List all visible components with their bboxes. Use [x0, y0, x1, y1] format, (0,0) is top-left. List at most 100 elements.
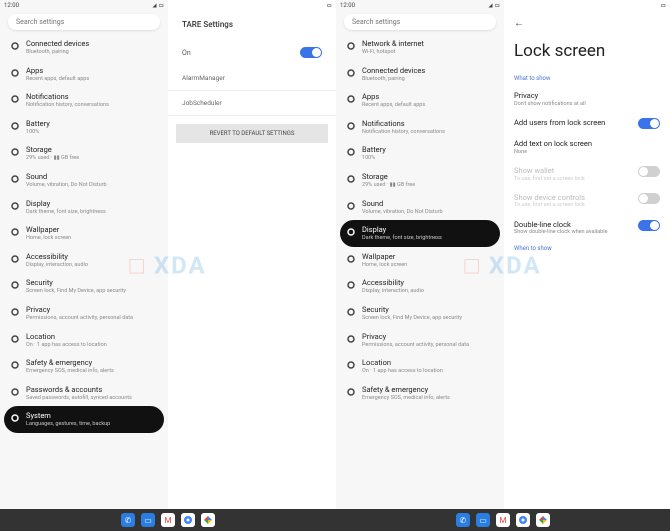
lock-option-show-wallet[interactable]: Show walletTo use, first set a screen lo…	[504, 161, 670, 188]
item-icon	[10, 387, 20, 397]
chrome-icon[interactable]	[181, 513, 195, 527]
settings-item-security[interactable]: SecurityScreen lock, Find My Device, app…	[4, 273, 164, 300]
settings-item-display[interactable]: DisplayDark theme, font size, brightness	[4, 194, 164, 221]
link-jobscheduler[interactable]: JobScheduler	[168, 91, 336, 116]
item-subtitle: Emergency SOS, medical info, alerts	[362, 395, 450, 402]
settings-item-safety-emergency[interactable]: Safety & emergencyEmergency SOS, medical…	[340, 380, 500, 407]
section-when-to-show: When to show	[504, 241, 670, 256]
settings-item-notifications[interactable]: NotificationsNotification history, conve…	[340, 114, 500, 141]
item-subtitle: Display, interaction, audio	[26, 262, 88, 269]
item-title: Battery	[26, 119, 50, 128]
item-title: Sound	[26, 172, 107, 181]
item-subtitle: On · 1 app has access to location	[362, 368, 443, 375]
toggle-on[interactable]	[300, 47, 322, 58]
item-subtitle: Bluetooth, pairing	[362, 76, 425, 83]
item-icon	[346, 174, 356, 184]
gmail-icon[interactable]: M	[496, 513, 510, 527]
item-title: Connected devices	[26, 39, 89, 48]
photos-icon[interactable]	[201, 513, 215, 527]
item-icon	[10, 227, 20, 237]
item-icon	[346, 41, 356, 51]
item-icon	[346, 280, 356, 290]
revert-button[interactable]: REVERT TO DEFAULT SETTINGS	[176, 124, 328, 143]
page-title: TARE Settings	[168, 10, 336, 39]
messages-icon[interactable]: ▭	[141, 513, 155, 527]
settings-item-display[interactable]: DisplayDark theme, font size, brightness	[340, 220, 500, 247]
settings-item-safety-emergency[interactable]: Safety & emergencyEmergency SOS, medical…	[4, 353, 164, 380]
switch[interactable]	[638, 118, 660, 129]
settings-item-apps[interactable]: AppsRecent apps, default apps	[4, 61, 164, 88]
lock-option-double-line-clock[interactable]: Double-line clockShow double-line clock …	[504, 215, 670, 242]
switch[interactable]	[638, 166, 660, 177]
lock-option-show-device-controls[interactable]: Show device controlsTo use, first set a …	[504, 188, 670, 215]
back-button[interactable]: ←	[504, 10, 670, 37]
search-input[interactable]: Search settings	[8, 14, 160, 30]
settings-item-network-internet[interactable]: Network & internetWi-Fi, hotspot	[340, 34, 500, 61]
item-icon	[346, 68, 356, 78]
option-subtitle: Don't show notifications at all	[514, 101, 586, 108]
settings-item-system[interactable]: SystemLanguages, gestures, time, backup	[4, 406, 164, 433]
option-title: Show device controls	[514, 193, 585, 203]
settings-item-battery[interactable]: Battery100%	[340, 140, 500, 167]
item-icon	[10, 121, 20, 131]
lock-option-add-text-on-lock-screen[interactable]: Add text on lock screenNone	[504, 134, 670, 161]
item-subtitle: Home, lock screen	[26, 235, 71, 242]
item-title: Notifications	[26, 92, 109, 101]
settings-item-wallpaper[interactable]: WallpaperHome, lock screen	[340, 247, 500, 274]
settings-item-apps[interactable]: AppsRecent apps, default apps	[340, 87, 500, 114]
item-icon	[10, 307, 20, 317]
switch[interactable]	[638, 220, 660, 231]
item-icon	[346, 307, 356, 317]
option-title: Add users from lock screen	[514, 118, 605, 128]
link-alarmmanager[interactable]: AlarmManager	[168, 66, 336, 91]
settings-item-accessibility[interactable]: AccessibilityDisplay, interaction, audio	[4, 247, 164, 274]
settings-item-sound[interactable]: SoundVolume, vibration, Do Not Disturb	[340, 194, 500, 221]
settings-item-location[interactable]: LocationOn · 1 app has access to locatio…	[340, 353, 500, 380]
search-input[interactable]: Search settings	[344, 14, 496, 30]
item-subtitle: Languages, gestures, time, backup	[26, 421, 110, 428]
item-title: Accessibility	[26, 252, 88, 261]
gmail-icon[interactable]: M	[161, 513, 175, 527]
option-title: Add text on lock screen	[514, 139, 592, 149]
item-subtitle: Screen lock, Find My Device, app securit…	[362, 315, 462, 322]
item-title: Battery	[362, 145, 386, 154]
tare-on-row[interactable]: On	[168, 39, 336, 66]
item-icon	[346, 121, 356, 131]
item-title: Privacy	[362, 332, 469, 341]
settings-item-sound[interactable]: SoundVolume, vibration, Do Not Disturb	[4, 167, 164, 194]
option-title: Show wallet	[514, 166, 585, 176]
option-subtitle: To use, first set a screen lock	[514, 176, 585, 183]
item-subtitle: Wi-Fi, hotspot	[362, 49, 424, 56]
settings-item-accessibility[interactable]: AccessibilityDisplay, interaction, audio	[340, 273, 500, 300]
settings-item-passwords-accounts[interactable]: Passwords & accountsSaved passwords, aut…	[4, 380, 164, 407]
lock-option-add-users-from-lock-screen[interactable]: Add users from lock screen	[504, 113, 670, 134]
item-subtitle: Screen lock, Find My Device, app securit…	[26, 288, 126, 295]
chrome-icon[interactable]	[516, 513, 530, 527]
item-icon	[10, 360, 20, 370]
item-icon	[346, 201, 356, 211]
settings-item-storage[interactable]: Storage29% used · ▮▮ GB free	[340, 167, 500, 194]
item-title: Location	[26, 332, 107, 341]
settings-item-connected-devices[interactable]: Connected devicesBluetooth, pairing	[4, 34, 164, 61]
settings-item-privacy[interactable]: PrivacyPermissions, account activity, pe…	[340, 327, 500, 354]
settings-item-storage[interactable]: Storage29% used · ▮▮ GB free	[4, 140, 164, 167]
phone-icon[interactable]: ✆	[456, 513, 470, 527]
settings-item-battery[interactable]: Battery100%	[4, 114, 164, 141]
settings-item-connected-devices[interactable]: Connected devicesBluetooth, pairing	[340, 61, 500, 88]
messages-icon[interactable]: ▭	[476, 513, 490, 527]
lock-option-privacy[interactable]: PrivacyDon't show notifications at all	[504, 86, 670, 113]
settings-item-location[interactable]: LocationOn · 1 app has access to locatio…	[4, 327, 164, 354]
switch[interactable]	[638, 193, 660, 204]
settings-item-privacy[interactable]: PrivacyPermissions, account activity, pe…	[4, 300, 164, 327]
settings-item-notifications[interactable]: NotificationsNotification history, conve…	[4, 87, 164, 114]
item-subtitle: 29% used · ▮▮ GB free	[26, 155, 79, 162]
photos-icon[interactable]	[536, 513, 550, 527]
settings-item-security[interactable]: SecurityScreen lock, Find My Device, app…	[340, 300, 500, 327]
item-icon	[10, 334, 20, 344]
phone-icon[interactable]: ✆	[121, 513, 135, 527]
item-title: Connected devices	[362, 66, 425, 75]
settings-item-wallpaper[interactable]: WallpaperHome, lock screen	[4, 220, 164, 247]
option-subtitle: Show double-line clock when available	[514, 229, 608, 236]
item-subtitle: Emergency SOS, medical info, alerts	[26, 368, 114, 375]
item-subtitle: Display, interaction, audio	[362, 288, 424, 295]
